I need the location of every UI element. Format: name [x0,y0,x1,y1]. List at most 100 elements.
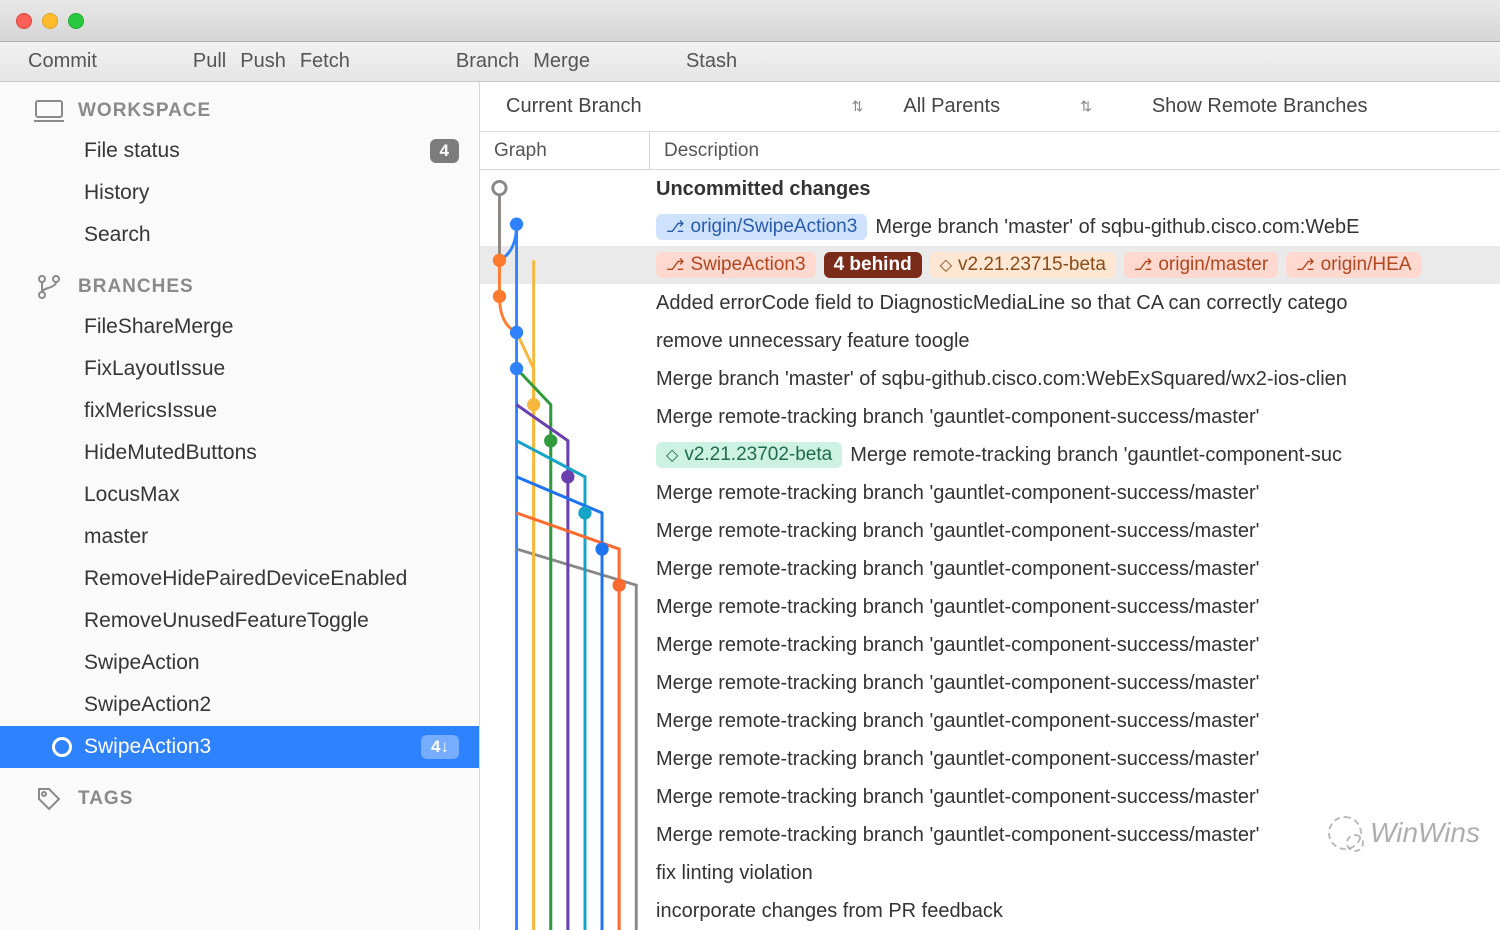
commit-message: Merge remote-tracking branch 'gauntlet-c… [656,748,1259,771]
workspace-icon [34,98,64,124]
commit-row[interactable]: Merge remote-tracking branch 'gauntlet-c… [480,474,1500,512]
sidebar-branch-RemoveHidePairedDeviceEnabled[interactable]: RemoveHidePairedDeviceEnabled [0,558,479,600]
branch-icon: ⎇ [666,255,684,275]
ref-tag[interactable]: ⎇origin/HEA [1286,252,1421,278]
sidebar-item-label: FixLayoutIssue [84,357,225,381]
toolbar-stash-button[interactable]: Stash [686,50,737,73]
commit-row[interactable]: Merge remote-tracking branch 'gauntlet-c… [480,664,1500,702]
sidebar-branch-FixLayoutIssue[interactable]: FixLayoutIssue [0,348,479,390]
commit-message: Merge remote-tracking branch 'gauntlet-c… [656,786,1259,809]
sidebar-item-history[interactable]: History [0,172,479,214]
branch-icon: ⎇ [1296,255,1314,275]
commit-row[interactable]: Merge remote-tracking branch 'gauntlet-c… [480,588,1500,626]
sidebar-branch-SwipeAction3[interactable]: SwipeAction3 4↓ [0,726,479,768]
commit-row[interactable]: incorporate changes from PR feedback [480,892,1500,930]
ref-tag[interactable]: ◇v2.21.23715-beta [930,252,1116,278]
commit-row[interactable]: Merge remote-tracking branch 'gauntlet-c… [480,740,1500,778]
filter-show-remote[interactable]: Show Remote Branches [1152,95,1368,118]
tag-icon: ◇ [666,445,678,465]
toolbar-merge-button[interactable]: Merge [533,50,590,73]
commit-row[interactable]: ⎇SwipeAction3 4 behind ◇v2.21.23715-beta ⎇o… [480,246,1500,284]
sidebar-item-label: File status [84,139,180,163]
sidebar-item-search[interactable]: Search [0,214,479,256]
sidebar-item-label: History [84,181,149,205]
ref-tag[interactable]: ◇v2.21.23702-beta [656,442,842,468]
commit-row[interactable]: ◇v2.21.23702-betaMerge remote-tracking b… [480,436,1500,474]
ref-tag[interactable]: ⎇SwipeAction3 [656,252,816,278]
window-titlebar [0,0,1500,42]
commit-message: Uncommitted changes [656,178,870,201]
commit-row[interactable]: Merge remote-tracking branch 'gauntlet-c… [480,626,1500,664]
sidebar-section-tags[interactable]: TAGS [0,776,479,818]
sidebar-item-file-status[interactable]: File status 4 [0,130,479,172]
toolbar-pull-button[interactable]: Pull [193,50,226,73]
commit-row[interactable]: Merge remote-tracking branch 'gauntlet-c… [480,398,1500,436]
commit-message: Merge remote-tracking branch 'gauntlet-c… [656,824,1259,847]
commit-list[interactable]: Uncommitted changes⎇origin/SwipeAction3M… [480,170,1500,930]
column-header: Graph Description [480,132,1500,170]
commit-row[interactable]: Merge remote-tracking branch 'gauntlet-c… [480,778,1500,816]
sidebar-branch-SwipeAction2[interactable]: SwipeAction2 [0,684,479,726]
sidebar-branch-RemoveUnusedFeatureToggle[interactable]: RemoveUnusedFeatureToggle [0,600,479,642]
tag-icon: ◇ [940,255,952,275]
sidebar-header-label: BRANCHES [78,276,194,298]
sidebar-item-label: FileShareMerge [84,315,233,339]
sidebar-item-label: fixMericsIssue [84,399,217,423]
toolbar-fetch-button[interactable]: Fetch [300,50,350,73]
ref-tag[interactable]: ⎇origin/SwipeAction3 [656,214,867,240]
commit-row[interactable]: Uncommitted changes [480,170,1500,208]
commit-message: fix linting violation [656,862,813,885]
commit-message: Merge remote-tracking branch 'gauntlet-c… [656,672,1259,695]
sidebar-branch-SwipeAction[interactable]: SwipeAction [0,642,479,684]
wechat-icon [1328,816,1362,850]
commit-row[interactable]: ⎇origin/SwipeAction3Merge branch 'master… [480,208,1500,246]
sidebar-section-workspace[interactable]: WORKSPACE [0,88,479,130]
sidebar-branch-HideMutedButtons[interactable]: HideMutedButtons [0,432,479,474]
filter-current-branch[interactable]: Current Branch ⇅ [506,95,863,118]
ref-tag[interactable]: 4 behind [824,252,922,278]
sidebar-branch-fixMericsIssue[interactable]: fixMericsIssue [0,390,479,432]
branch-icon [34,274,64,300]
commit-message: Merge remote-tracking branch 'gauntlet-c… [656,634,1259,657]
watermark: WinWins [1328,816,1480,850]
sidebar-item-label: master [84,525,148,549]
filter-all-parents[interactable]: All Parents ⇅ [903,95,1091,118]
toolbar-branch-button[interactable]: Branch [456,50,519,73]
window-close-button[interactable] [16,13,32,29]
sidebar-item-label: RemoveHidePairedDeviceEnabled [84,567,407,591]
count-badge: 4 [430,139,459,163]
sidebar-item-label: SwipeAction2 [84,693,211,717]
sidebar-branch-master[interactable]: master [0,516,479,558]
tag-icon [34,786,64,812]
sidebar: WORKSPACE File status 4 History Search BRAN… [0,82,480,930]
col-graph-header[interactable]: Graph [480,132,650,169]
commit-message: remove unnecessary feature toogle [656,330,970,353]
col-description-header[interactable]: Description [650,140,759,162]
sidebar-item-label: SwipeAction [84,651,200,675]
toolbar-push-button[interactable]: Push [240,50,286,73]
commit-message: Merge remote-tracking branch 'gauntlet-c… [656,520,1259,543]
commit-row[interactable]: remove unnecessary feature toogle [480,322,1500,360]
sidebar-branch-LocusMax[interactable]: LocusMax [0,474,479,516]
sidebar-section-branches[interactable]: BRANCHES [0,264,479,306]
commit-message: incorporate changes from PR feedback [656,900,1003,923]
commit-row[interactable]: Merge branch 'master' of sqbu-github.cis… [480,360,1500,398]
commit-row[interactable]: Merge remote-tracking branch 'gauntlet-c… [480,550,1500,588]
count-badge: 4↓ [421,735,459,759]
commit-row[interactable]: Added errorCode field to DiagnosticMedia… [480,284,1500,322]
sidebar-item-label: SwipeAction3 [84,735,211,759]
sidebar-header-label: TAGS [78,788,133,810]
sidebar-item-label: RemoveUnusedFeatureToggle [84,609,369,633]
commit-row[interactable]: fix linting violation [480,854,1500,892]
commit-row[interactable]: Merge remote-tracking branch 'gauntlet-c… [480,702,1500,740]
window-maximize-button[interactable] [68,13,84,29]
ref-tag[interactable]: ⎇origin/master [1124,252,1278,278]
window-minimize-button[interactable] [42,13,58,29]
sidebar-item-label: Search [84,223,151,247]
sidebar-branch-FileShareMerge[interactable]: FileShareMerge [0,306,479,348]
toolbar-commit-button[interactable]: Commit [28,50,97,73]
commit-row[interactable]: Merge remote-tracking branch 'gauntlet-c… [480,512,1500,550]
filter-bar: Current Branch ⇅ All Parents ⇅ Show Remo… [480,82,1500,132]
commit-message: Merge remote-tracking branch 'gauntlet-c… [656,406,1259,429]
commit-message: Merge remote-tracking branch 'gauntlet-c… [656,558,1259,581]
